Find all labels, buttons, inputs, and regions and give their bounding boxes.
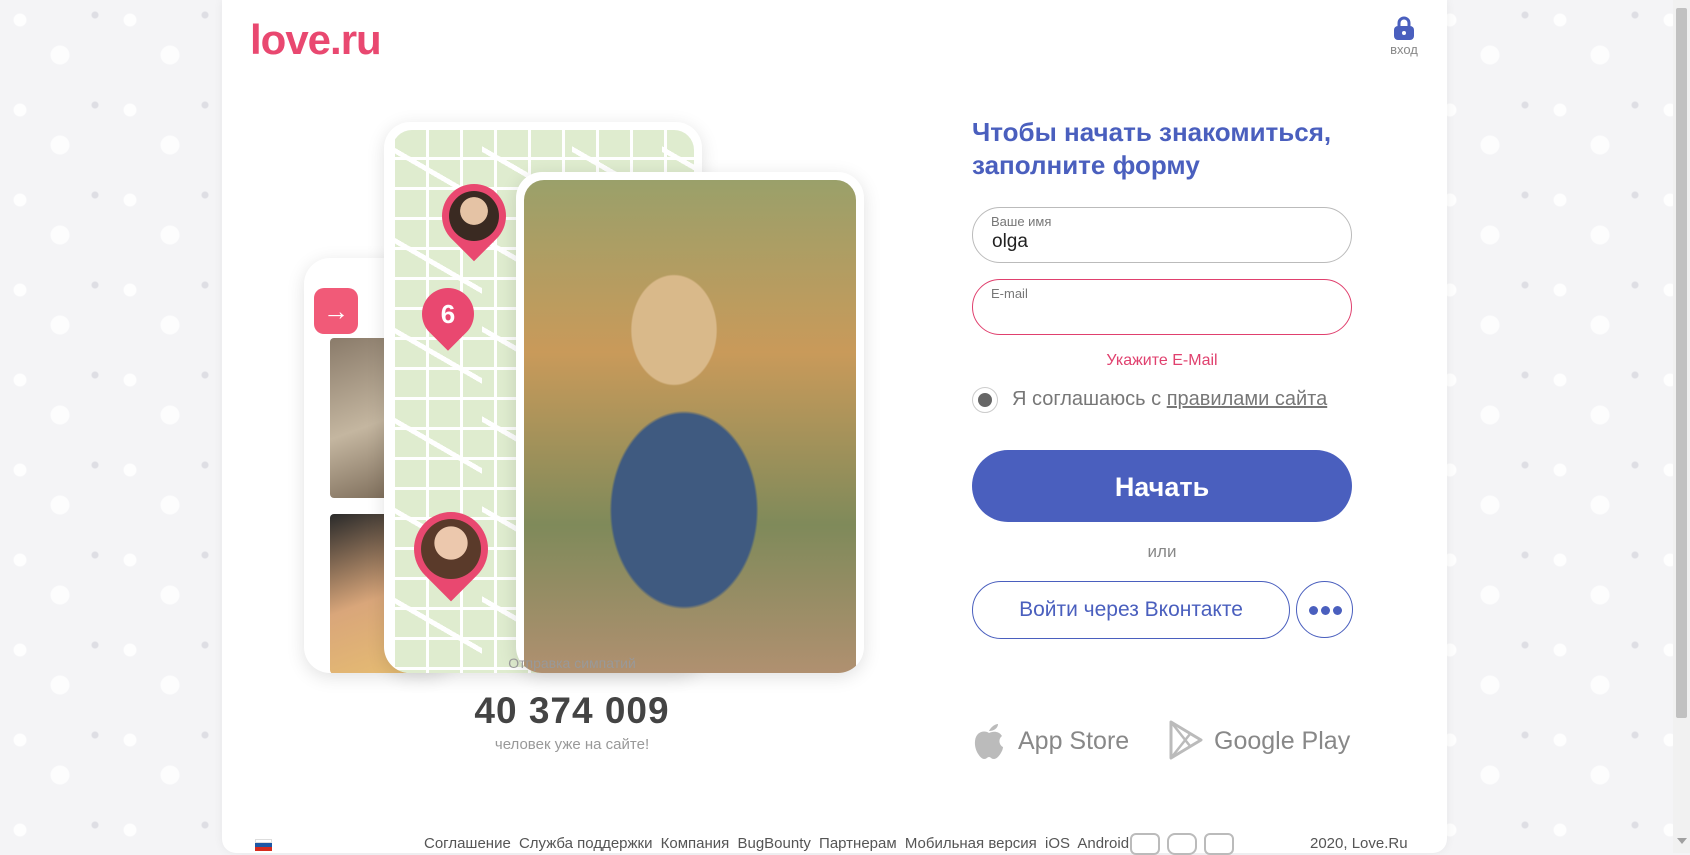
app-store-label: App Store bbox=[1018, 727, 1130, 755]
scroll-down-arrow[interactable] bbox=[1677, 838, 1687, 844]
agree-radio[interactable] bbox=[972, 387, 998, 413]
google-play-label: Google Play bbox=[1214, 727, 1351, 755]
email-input[interactable] bbox=[990, 302, 1324, 326]
form-title: Чтобы начать знакомиться, заполните форм… bbox=[972, 117, 1332, 180]
email-error: Укажите E-Mail bbox=[1106, 352, 1218, 369]
footer-link-android[interactable]: Android bbox=[1077, 835, 1129, 852]
phone-mockup-front bbox=[516, 172, 864, 673]
language-flag[interactable] bbox=[255, 839, 272, 851]
email-field-label: E-mail bbox=[991, 286, 1028, 301]
users-count: 40 374 009 bbox=[474, 690, 670, 731]
footer-links: Соглашение Служба поддержки Компания Bug… bbox=[424, 835, 1133, 852]
google-play-icon bbox=[1169, 720, 1203, 760]
page-scrollbar[interactable] bbox=[1673, 0, 1690, 853]
logo[interactable]: love.ru bbox=[250, 16, 382, 64]
agree-checkbox-row[interactable]: Я соглашаюсь с правилами сайта bbox=[972, 385, 1372, 415]
main-card: love.ru вход → 6 Отправка симпатий 40 37… bbox=[222, 0, 1447, 855]
map-pin-count: 6 bbox=[411, 277, 485, 351]
footer-link-agreement[interactable]: Соглашение bbox=[424, 835, 511, 852]
rules-link[interactable]: правилами сайта bbox=[1167, 388, 1328, 410]
login-button[interactable]: вход bbox=[1379, 16, 1429, 57]
scrollbar-thumb[interactable] bbox=[1676, 8, 1687, 718]
start-button[interactable]: Начать bbox=[972, 450, 1352, 522]
name-field-label: Ваше имя bbox=[991, 214, 1052, 229]
sympathy-caption: Отправка симпатий bbox=[508, 655, 636, 671]
vk-icon[interactable] bbox=[1204, 833, 1234, 855]
dot bbox=[1321, 606, 1330, 615]
dot bbox=[1309, 606, 1318, 615]
footer: Соглашение Служба поддержки Компания Bug… bbox=[222, 830, 1447, 855]
youtube-icon[interactable] bbox=[1130, 833, 1160, 855]
arrow-right-icon: → bbox=[314, 288, 358, 334]
footer-link-support[interactable]: Служба поддержки bbox=[519, 835, 653, 852]
footer-link-bugbounty[interactable]: BugBounty bbox=[737, 835, 810, 852]
lock-icon bbox=[1394, 16, 1414, 40]
profile-photo-main bbox=[524, 180, 856, 673]
dot bbox=[1333, 606, 1342, 615]
vk-login-button[interactable]: Войти через Вконтакте bbox=[972, 581, 1290, 639]
login-label: вход bbox=[1390, 42, 1418, 57]
agree-text: Я соглашаюсь с правилами сайта bbox=[1012, 388, 1328, 410]
footer-link-partners[interactable]: Партнерам bbox=[819, 835, 897, 852]
google-play-link[interactable]: Google Play bbox=[1168, 720, 1358, 764]
copyright: 2020, Love.Ru bbox=[1310, 835, 1408, 852]
footer-link-ios[interactable]: iOS bbox=[1045, 835, 1070, 852]
app-store-link[interactable]: App Store bbox=[972, 720, 1132, 764]
or-separator: или bbox=[1147, 542, 1177, 561]
instagram-icon[interactable] bbox=[1167, 833, 1197, 855]
footer-link-company[interactable]: Компания bbox=[661, 835, 730, 852]
apple-icon bbox=[974, 724, 1003, 759]
users-count-label: человек уже на сайте! bbox=[494, 736, 650, 753]
footer-link-mobile[interactable]: Мобильная версия bbox=[905, 835, 1037, 852]
name-input[interactable] bbox=[990, 230, 1324, 254]
email-field[interactable]: E-mail bbox=[972, 279, 1352, 335]
name-field[interactable]: Ваше имя bbox=[972, 207, 1352, 263]
more-options-button[interactable] bbox=[1296, 581, 1353, 638]
